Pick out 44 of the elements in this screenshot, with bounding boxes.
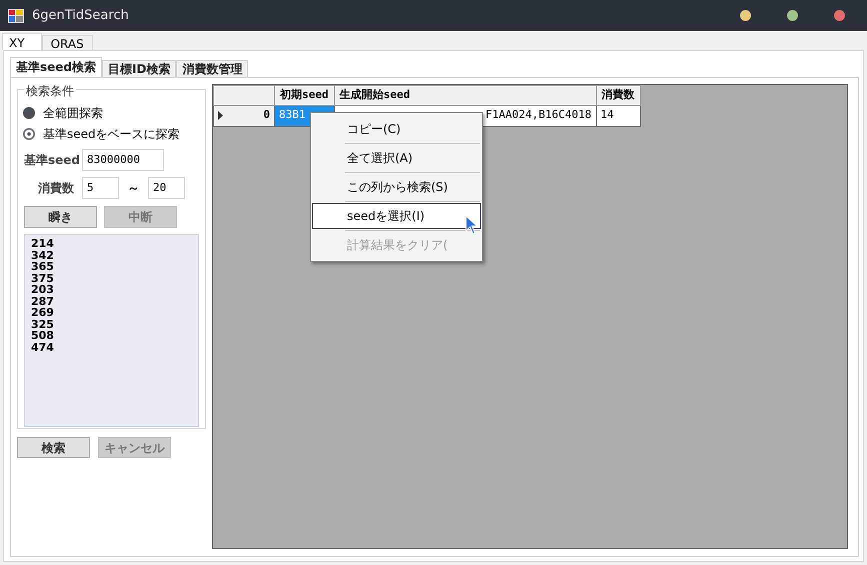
column-header[interactable]: 消費数: [596, 86, 640, 105]
radio-label: 全範囲探索: [43, 104, 103, 122]
button[interactable]: 瞬き: [24, 206, 97, 228]
result-item: 365: [31, 261, 55, 272]
result-item: 474: [31, 342, 55, 353]
result-item: 325: [31, 318, 55, 330]
result-item: 375: [31, 272, 55, 284]
radio-button[interactable]: [23, 106, 35, 118]
column-header[interactable]: 初期seed: [274, 86, 334, 105]
result-item: 203: [31, 284, 55, 296]
result-item: 342: [31, 250, 55, 261]
button[interactable]: 検索: [17, 437, 90, 458]
result-item: 508: [31, 330, 55, 342]
count-field[interactable]: 5: [82, 177, 119, 199]
tab[interactable]: ORAS: [42, 35, 93, 50]
result-item: 287: [31, 296, 55, 307]
menu-item[interactable]: 全て選択(A): [312, 145, 481, 171]
field-label: 消費数: [37, 180, 74, 197]
tab[interactable]: 消費数管理: [176, 60, 248, 77]
window-title: 6genTidSearch: [32, 6, 129, 25]
close-button[interactable]: [834, 10, 845, 21]
corner-header: [214, 86, 274, 105]
radio-label: 基準seedをベースに探索: [43, 126, 180, 142]
row-header[interactable]: 0: [214, 105, 274, 126]
maximize-button[interactable]: [787, 10, 798, 21]
seed-field[interactable]: 83000000: [82, 149, 164, 171]
column-header[interactable]: 生成開始seed: [334, 86, 596, 105]
count-field[interactable]: 20: [148, 177, 185, 199]
result-item: 214: [31, 238, 55, 250]
result-item: 269: [31, 307, 55, 318]
tab[interactable]: 基準seed検索: [10, 57, 102, 77]
minimize-button[interactable]: [740, 10, 751, 21]
tab[interactable]: XY: [2, 33, 42, 50]
row-number: 0: [263, 107, 270, 124]
table-cell[interactable]: 14: [596, 105, 640, 126]
radio-button[interactable]: [23, 128, 35, 140]
menu-item[interactable]: この列から検索(S): [312, 174, 481, 200]
field-label: 基準seed: [24, 152, 82, 169]
group-title: 検索条件: [24, 82, 76, 100]
cursor-icon: [465, 215, 479, 235]
tab[interactable]: 目標ID検索: [102, 60, 176, 77]
app-icon: [8, 8, 24, 22]
menu-item[interactable]: seedを選択(I): [312, 203, 481, 229]
range-separator: ～: [126, 180, 140, 197]
